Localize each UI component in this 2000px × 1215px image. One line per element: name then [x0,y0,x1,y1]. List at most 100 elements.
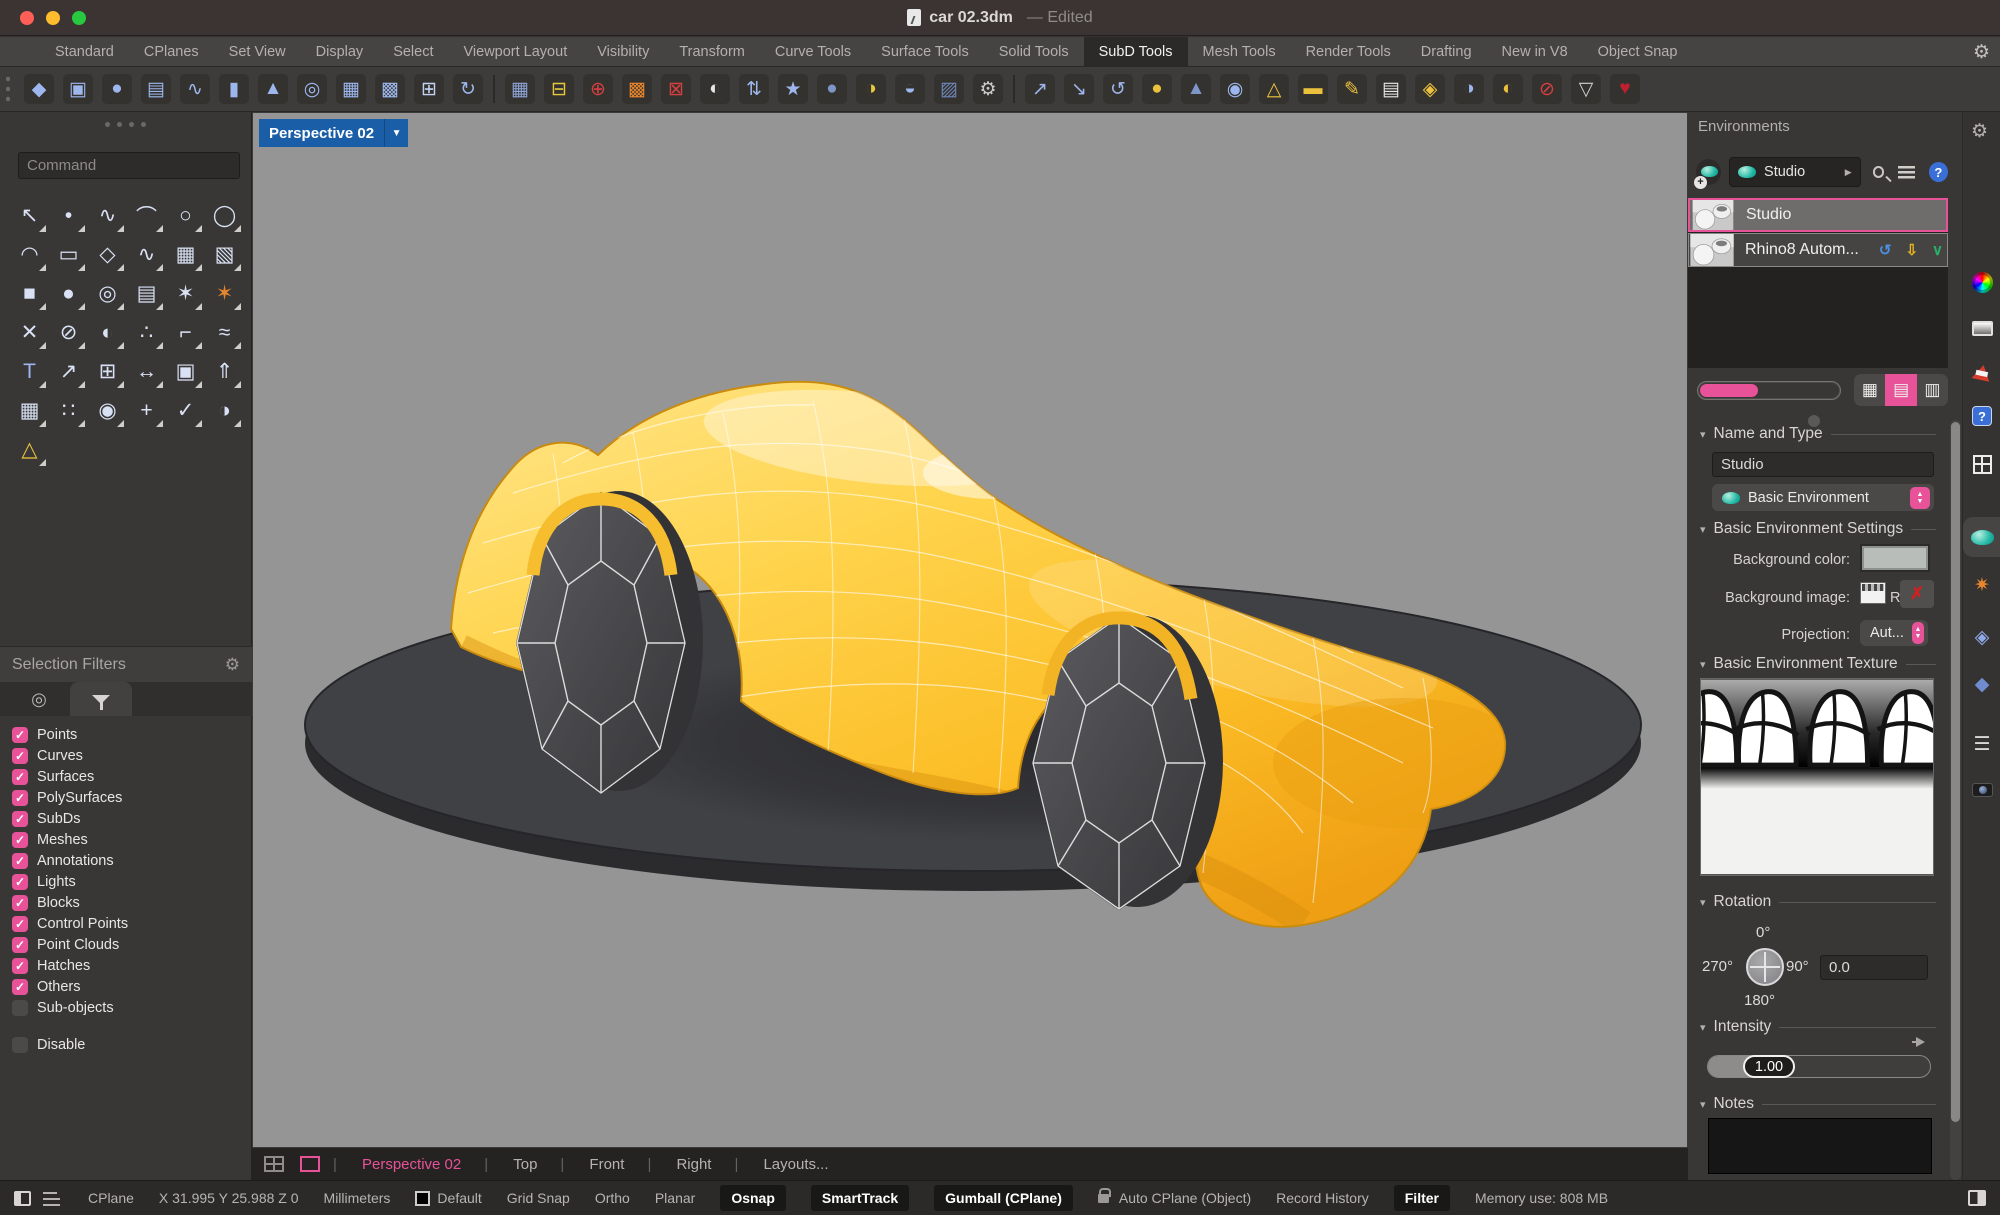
viewport-canvas[interactable]: Perspective 02 ▼ [252,112,1688,1148]
Default[interactable]: Default [415,1190,481,1206]
materials-icon[interactable] [1963,352,2000,392]
Visibility[interactable]: Visibility [582,37,664,66]
globe-grid-icon[interactable]: ◉ [1220,74,1250,104]
display-properties-icon[interactable]: ◆ [1963,664,2000,704]
sun-icon[interactable]: ✷ [1963,565,2000,605]
menu-icon[interactable] [1898,166,1914,179]
filter-checkbox[interactable] [12,916,28,932]
intensity-value[interactable]: 1.00 [1743,1055,1795,1078]
extrude-icon[interactable]: ⇑ [205,352,244,391]
circle-icon[interactable]: ○ [166,196,205,235]
filter-checkbox[interactable] [12,727,28,743]
block-manager-icon[interactable]: ⊞ [88,352,127,391]
filter-checkbox[interactable] [12,853,28,869]
Rhino8 Autom...[interactable]: Rhino8 Autom... ↺ ⇩ ∨ [1688,233,1948,267]
trim-icon[interactable]: ✕ [10,313,49,352]
Layouts...[interactable]: Layouts... [737,1156,854,1173]
detail-view-button[interactable]: ▥ [1917,374,1948,406]
filter-checkbox[interactable] [12,895,28,911]
curve-icon[interactable]: ⌒ [127,196,166,235]
toolbar-separator[interactable] [493,75,495,103]
surface-grid-icon[interactable]: ▦ [166,235,205,274]
notes-panel-icon[interactable]: ☰ [1963,724,2000,764]
environment-texture-preview[interactable] [1700,678,1934,876]
drag-icon[interactable]: + [127,391,166,430]
search-icon[interactable] [1873,166,1885,178]
cone-blue-icon[interactable]: ▲ [1181,74,1211,104]
subd-star-icon[interactable]: ★ [778,74,808,104]
section-rotation[interactable]: ▾ Rotation [1700,893,1936,911]
Filter[interactable]: Filter [1394,1185,1450,1211]
help-icon[interactable]: ? [1929,162,1948,182]
adjust-tool-icon[interactable]: ⚙ [973,74,1003,104]
Drafting[interactable]: Drafting [1406,37,1487,66]
SmartTrack[interactable]: SmartTrack [811,1185,909,1211]
plane-grid-icon[interactable]: ▤ [127,274,166,313]
environment-library-dropdown[interactable]: Studio ▶ [1729,157,1861,187]
environment-name-input[interactable] [1712,452,1934,477]
cone-lamp-icon[interactable]: △ [10,430,49,469]
filter-checkbox[interactable] [12,769,28,785]
background-image-chip[interactable] [1860,582,1886,604]
thumbnail-size-slider[interactable] [1698,382,1840,399]
command-history-icon[interactable] [43,1191,60,1206]
Transform[interactable]: Transform [664,37,760,66]
Top[interactable]: Top [487,1156,563,1173]
Millimeters[interactable]: Millimeters [324,1190,391,1206]
sphere-icon[interactable]: ● [49,274,88,313]
slab-yellow-icon[interactable]: ▬ [1298,74,1328,104]
split-icon[interactable]: ⊘ [49,313,88,352]
camera-icon[interactable] [1963,770,2000,810]
paintbrush-icon[interactable]: ✎ [1337,74,1367,104]
subd-curve-icon[interactable]: ∿ [180,74,210,104]
section-basic-environment-settings[interactable]: ▾ Basic Environment Settings [1700,520,1936,538]
toolbar-separator[interactable] [1013,75,1015,103]
move-subd-icon[interactable]: ↗ [1025,74,1055,104]
striped-list-icon[interactable]: ▤ [1376,74,1406,104]
scrollbar-thumb[interactable] [1951,422,1960,1122]
funnel-filter-icon[interactable]: ▽ [1571,74,1601,104]
panel-scrollbar[interactable] [1950,420,1961,1180]
background-color-swatch[interactable] [1860,544,1930,572]
single-viewport-icon[interactable] [300,1156,320,1172]
cube-white-icon[interactable]: ▣ [166,352,205,391]
viewport-menu-arrow-icon[interactable]: ▼ [384,119,408,147]
pie-blue-icon[interactable]: ◑ [1454,74,1484,104]
polygon-icon[interactable]: ◇ [88,235,127,274]
Memory use: 808 MB[interactable]: Memory use: 808 MB [1475,1190,1608,1206]
slider-detach-icon[interactable] [1916,1037,1925,1047]
Mesh Tools[interactable]: Mesh Tools [1188,37,1291,66]
display-monitor-icon[interactable] [1963,308,2000,348]
Right[interactable]: Right [650,1156,737,1173]
undo-cubes-icon[interactable]: ↺ [1103,74,1133,104]
box-icon[interactable]: ■ [10,274,49,313]
Ortho[interactable]: Ortho [595,1190,630,1206]
heart-points-icon[interactable]: ♥ [1610,74,1640,104]
filter-checkbox[interactable] [12,937,28,953]
freeform-curve-icon[interactable]: ∿ [127,235,166,274]
toolbar-drag-handle[interactable] [6,75,10,103]
remove-image-button[interactable]: ✗ [1900,580,1934,608]
arc-icon[interactable]: ◠ [10,235,49,274]
minimize-window-button[interactable] [46,11,60,25]
copy-subd-icon[interactable]: ↘ [1064,74,1094,104]
cube-yellow-icon[interactable]: ◈ [1415,74,1445,104]
filter-checkbox[interactable] [12,1000,28,1016]
projection-dropdown[interactable]: Aut... ▲▼ [1860,620,1928,646]
extract-surface-icon[interactable]: ◐ [700,74,730,104]
pointer-arrow-icon[interactable]: ↖ [10,196,49,235]
filter-checkbox[interactable] [12,790,28,806]
subd-cone-icon[interactable]: ▲ [258,74,288,104]
polyline-icon[interactable]: ∿ [88,196,127,235]
thumbnail-view-button[interactable]: ▦ [1854,374,1885,406]
pie-yellow-icon[interactable]: ◐ [1493,74,1523,104]
Viewport Layout[interactable]: Viewport Layout [449,37,583,66]
environments-icon[interactable] [1963,517,2000,557]
explode-icon[interactable]: ✶ [166,274,205,313]
selection-filters-gear-icon[interactable]: ⚙ [225,655,240,675]
subd-plane-icon[interactable]: ▤ [141,74,171,104]
command-input[interactable] [18,152,240,179]
torus-icon[interactable]: ◎ [88,274,127,313]
color-wheel-icon[interactable] [1963,262,2000,302]
filter-tab[interactable] [70,682,132,716]
